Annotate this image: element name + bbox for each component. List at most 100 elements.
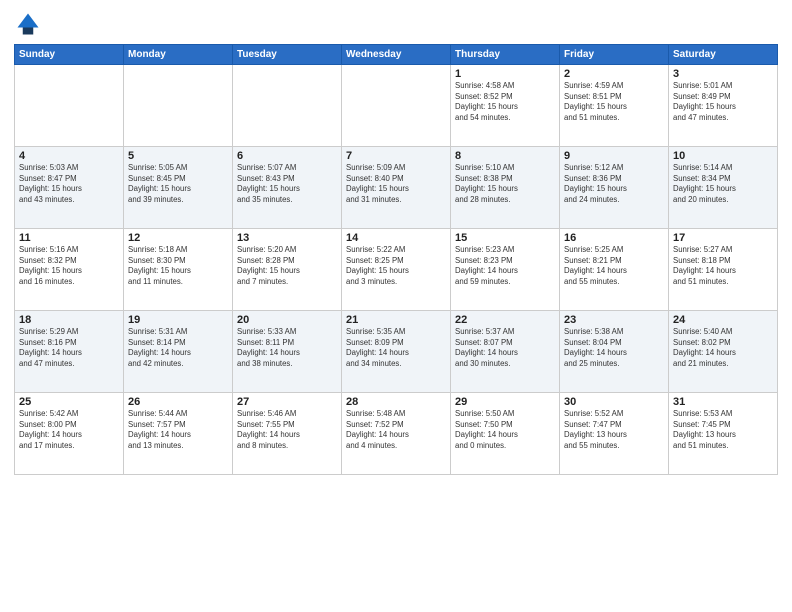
cell-info: Sunrise: 5:18 AM Sunset: 8:30 PM Dayligh… (128, 245, 228, 287)
cell-info: Sunrise: 5:01 AM Sunset: 8:49 PM Dayligh… (673, 81, 773, 123)
cell-info: Sunrise: 5:38 AM Sunset: 8:04 PM Dayligh… (564, 327, 664, 369)
day-number: 22 (455, 314, 555, 326)
cell-info: Sunrise: 5:44 AM Sunset: 7:57 PM Dayligh… (128, 409, 228, 451)
day-number: 30 (564, 396, 664, 408)
cell-info: Sunrise: 5:31 AM Sunset: 8:14 PM Dayligh… (128, 327, 228, 369)
day-number: 24 (673, 314, 773, 326)
cell-info: Sunrise: 4:58 AM Sunset: 8:52 PM Dayligh… (455, 81, 555, 123)
cell-info: Sunrise: 5:40 AM Sunset: 8:02 PM Dayligh… (673, 327, 773, 369)
day-number: 15 (455, 232, 555, 244)
cell-info: Sunrise: 5:37 AM Sunset: 8:07 PM Dayligh… (455, 327, 555, 369)
calendar-cell: 19Sunrise: 5:31 AM Sunset: 8:14 PM Dayli… (124, 311, 233, 393)
header-cell-monday: Monday (124, 45, 233, 65)
calendar-cell (15, 65, 124, 147)
cell-info: Sunrise: 5:29 AM Sunset: 8:16 PM Dayligh… (19, 327, 119, 369)
day-number: 20 (237, 314, 337, 326)
calendar-cell (124, 65, 233, 147)
day-number: 26 (128, 396, 228, 408)
calendar-cell: 31Sunrise: 5:53 AM Sunset: 7:45 PM Dayli… (669, 393, 778, 475)
day-number: 31 (673, 396, 773, 408)
calendar-cell: 20Sunrise: 5:33 AM Sunset: 8:11 PM Dayli… (233, 311, 342, 393)
day-number: 23 (564, 314, 664, 326)
logo-icon (14, 10, 42, 38)
day-number: 11 (19, 232, 119, 244)
page: SundayMondayTuesdayWednesdayThursdayFrid… (0, 0, 792, 612)
header-cell-thursday: Thursday (451, 45, 560, 65)
cell-info: Sunrise: 5:10 AM Sunset: 8:38 PM Dayligh… (455, 163, 555, 205)
calendar-cell: 8Sunrise: 5:10 AM Sunset: 8:38 PM Daylig… (451, 147, 560, 229)
calendar-cell: 11Sunrise: 5:16 AM Sunset: 8:32 PM Dayli… (15, 229, 124, 311)
calendar-cell: 26Sunrise: 5:44 AM Sunset: 7:57 PM Dayli… (124, 393, 233, 475)
day-number: 1 (455, 68, 555, 80)
cell-info: Sunrise: 5:27 AM Sunset: 8:18 PM Dayligh… (673, 245, 773, 287)
calendar-cell: 3Sunrise: 5:01 AM Sunset: 8:49 PM Daylig… (669, 65, 778, 147)
day-number: 7 (346, 150, 446, 162)
cell-info: Sunrise: 5:48 AM Sunset: 7:52 PM Dayligh… (346, 409, 446, 451)
calendar-table: SundayMondayTuesdayWednesdayThursdayFrid… (14, 44, 778, 475)
day-number: 13 (237, 232, 337, 244)
calendar-cell: 2Sunrise: 4:59 AM Sunset: 8:51 PM Daylig… (560, 65, 669, 147)
week-row-3: 18Sunrise: 5:29 AM Sunset: 8:16 PM Dayli… (15, 311, 778, 393)
cell-info: Sunrise: 5:52 AM Sunset: 7:47 PM Dayligh… (564, 409, 664, 451)
day-number: 3 (673, 68, 773, 80)
day-number: 12 (128, 232, 228, 244)
day-number: 29 (455, 396, 555, 408)
week-row-1: 4Sunrise: 5:03 AM Sunset: 8:47 PM Daylig… (15, 147, 778, 229)
cell-info: Sunrise: 5:50 AM Sunset: 7:50 PM Dayligh… (455, 409, 555, 451)
week-row-2: 11Sunrise: 5:16 AM Sunset: 8:32 PM Dayli… (15, 229, 778, 311)
header-cell-wednesday: Wednesday (342, 45, 451, 65)
cell-info: Sunrise: 5:03 AM Sunset: 8:47 PM Dayligh… (19, 163, 119, 205)
day-number: 21 (346, 314, 446, 326)
header-cell-sunday: Sunday (15, 45, 124, 65)
calendar-cell (342, 65, 451, 147)
cell-info: Sunrise: 5:46 AM Sunset: 7:55 PM Dayligh… (237, 409, 337, 451)
calendar-cell: 16Sunrise: 5:25 AM Sunset: 8:21 PM Dayli… (560, 229, 669, 311)
calendar-cell: 21Sunrise: 5:35 AM Sunset: 8:09 PM Dayli… (342, 311, 451, 393)
header-cell-saturday: Saturday (669, 45, 778, 65)
cell-info: Sunrise: 5:23 AM Sunset: 8:23 PM Dayligh… (455, 245, 555, 287)
day-number: 8 (455, 150, 555, 162)
calendar-cell: 29Sunrise: 5:50 AM Sunset: 7:50 PM Dayli… (451, 393, 560, 475)
cell-info: Sunrise: 5:20 AM Sunset: 8:28 PM Dayligh… (237, 245, 337, 287)
calendar-cell: 5Sunrise: 5:05 AM Sunset: 8:45 PM Daylig… (124, 147, 233, 229)
cell-info: Sunrise: 5:05 AM Sunset: 8:45 PM Dayligh… (128, 163, 228, 205)
day-number: 19 (128, 314, 228, 326)
logo (14, 10, 46, 38)
calendar-cell: 22Sunrise: 5:37 AM Sunset: 8:07 PM Dayli… (451, 311, 560, 393)
calendar-cell: 9Sunrise: 5:12 AM Sunset: 8:36 PM Daylig… (560, 147, 669, 229)
week-row-4: 25Sunrise: 5:42 AM Sunset: 8:00 PM Dayli… (15, 393, 778, 475)
calendar-cell: 4Sunrise: 5:03 AM Sunset: 8:47 PM Daylig… (15, 147, 124, 229)
cell-info: Sunrise: 5:35 AM Sunset: 8:09 PM Dayligh… (346, 327, 446, 369)
calendar-cell: 23Sunrise: 5:38 AM Sunset: 8:04 PM Dayli… (560, 311, 669, 393)
day-number: 25 (19, 396, 119, 408)
day-number: 9 (564, 150, 664, 162)
day-number: 16 (564, 232, 664, 244)
cell-info: Sunrise: 5:53 AM Sunset: 7:45 PM Dayligh… (673, 409, 773, 451)
calendar-cell: 15Sunrise: 5:23 AM Sunset: 8:23 PM Dayli… (451, 229, 560, 311)
day-number: 17 (673, 232, 773, 244)
cell-info: Sunrise: 5:09 AM Sunset: 8:40 PM Dayligh… (346, 163, 446, 205)
cell-info: Sunrise: 5:22 AM Sunset: 8:25 PM Dayligh… (346, 245, 446, 287)
calendar-cell: 6Sunrise: 5:07 AM Sunset: 8:43 PM Daylig… (233, 147, 342, 229)
cell-info: Sunrise: 5:14 AM Sunset: 8:34 PM Dayligh… (673, 163, 773, 205)
day-number: 10 (673, 150, 773, 162)
calendar-cell: 25Sunrise: 5:42 AM Sunset: 8:00 PM Dayli… (15, 393, 124, 475)
calendar-cell: 17Sunrise: 5:27 AM Sunset: 8:18 PM Dayli… (669, 229, 778, 311)
calendar-cell: 1Sunrise: 4:58 AM Sunset: 8:52 PM Daylig… (451, 65, 560, 147)
calendar-cell: 24Sunrise: 5:40 AM Sunset: 8:02 PM Dayli… (669, 311, 778, 393)
cell-info: Sunrise: 5:25 AM Sunset: 8:21 PM Dayligh… (564, 245, 664, 287)
calendar-cell: 27Sunrise: 5:46 AM Sunset: 7:55 PM Dayli… (233, 393, 342, 475)
day-number: 14 (346, 232, 446, 244)
calendar-cell: 7Sunrise: 5:09 AM Sunset: 8:40 PM Daylig… (342, 147, 451, 229)
calendar-cell: 12Sunrise: 5:18 AM Sunset: 8:30 PM Dayli… (124, 229, 233, 311)
header-row: SundayMondayTuesdayWednesdayThursdayFrid… (15, 45, 778, 65)
day-number: 28 (346, 396, 446, 408)
day-number: 18 (19, 314, 119, 326)
cell-info: Sunrise: 5:42 AM Sunset: 8:00 PM Dayligh… (19, 409, 119, 451)
calendar-cell: 18Sunrise: 5:29 AM Sunset: 8:16 PM Dayli… (15, 311, 124, 393)
cell-info: Sunrise: 5:16 AM Sunset: 8:32 PM Dayligh… (19, 245, 119, 287)
day-number: 5 (128, 150, 228, 162)
header (14, 10, 778, 38)
calendar-cell: 28Sunrise: 5:48 AM Sunset: 7:52 PM Dayli… (342, 393, 451, 475)
day-number: 27 (237, 396, 337, 408)
